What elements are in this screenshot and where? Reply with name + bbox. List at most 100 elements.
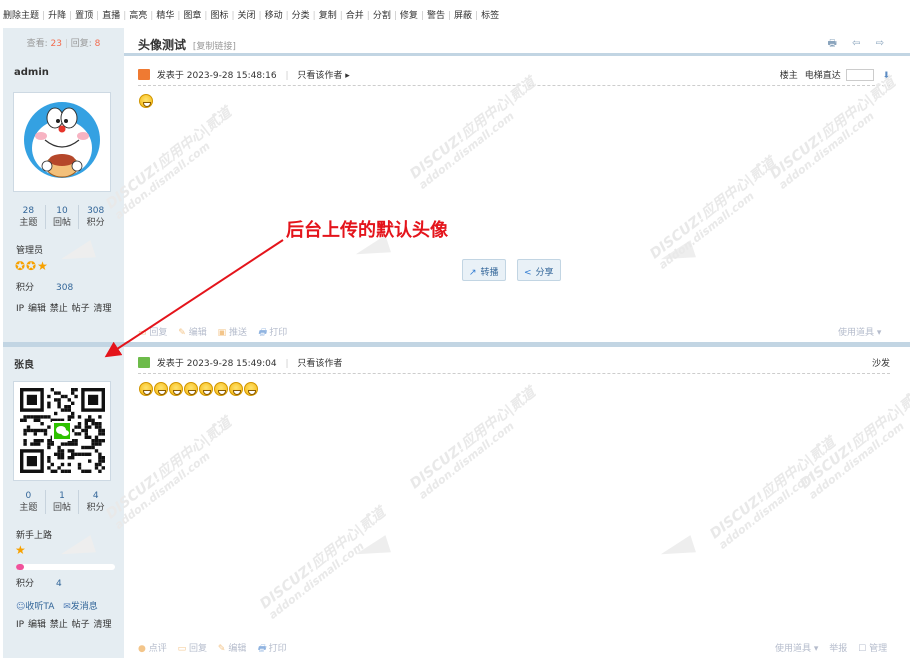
author-name[interactable]: admin xyxy=(14,67,49,78)
reply-icon: ▭ xyxy=(177,644,187,654)
reply-icon: ▭ xyxy=(138,328,147,338)
credit-label: 积分 xyxy=(16,283,35,293)
toolbar-separator: | xyxy=(447,11,451,21)
floor-jump-input[interactable] xyxy=(845,69,874,81)
admin-op-9[interactable]: 移动 xyxy=(265,11,283,21)
stat-label: 主题 xyxy=(19,503,38,513)
comment-action[interactable]: ● 点评 xyxy=(138,644,167,654)
toolbar-separator: | xyxy=(123,11,127,21)
only-author-link[interactable]: 只看该作者 xyxy=(297,359,342,369)
copy-link-button[interactable]: [复制链接] xyxy=(193,42,236,52)
toolbar-separator: | xyxy=(420,11,424,21)
stat-cell[interactable]: 1 回帖 xyxy=(46,490,80,514)
post-header: 发表于 2023-9-28 15:48:16 | 只看该作者 ▸ 楼主 电梯直达… xyxy=(138,62,890,86)
follow-link[interactable]: ☺收听TA xyxy=(16,602,54,612)
admin-op-2[interactable]: 置顶 xyxy=(75,11,93,21)
admin-op-12[interactable]: 合并 xyxy=(346,11,364,21)
message-link[interactable]: ✉发消息 xyxy=(63,602,98,612)
admin-op-6[interactable]: 图章 xyxy=(183,11,201,21)
admin-op-13[interactable]: 分割 xyxy=(373,11,391,21)
retweet-button[interactable]: ↗ 转播 xyxy=(462,259,506,281)
follow-icon: ☺ xyxy=(16,602,26,612)
admin-op-8[interactable]: 关闭 xyxy=(238,11,256,21)
views-count: 23 xyxy=(50,39,62,49)
toolbar-separator: | xyxy=(150,11,154,21)
share-label: 分享 xyxy=(535,268,554,278)
admin-op-1[interactable]: 升降 xyxy=(48,11,66,21)
watermark-arrow-shape xyxy=(353,535,391,563)
watermark-logo: DISCUZ!应用中心|贰道 addon.dismall.com xyxy=(407,74,539,192)
toolbar-separator: | xyxy=(96,11,100,21)
grin-emoji-icon xyxy=(139,94,153,108)
credit-label: 积分 xyxy=(16,579,35,589)
admin-op-11[interactable]: 复制 xyxy=(319,11,337,21)
admin-op-3[interactable]: 直播 xyxy=(102,11,120,21)
credit-row: 积分 4 xyxy=(16,576,62,589)
use-tools-menu[interactable]: 使用道具 ▾ xyxy=(775,644,818,654)
author-stats: 0 主题 1 回帖 4 积分 xyxy=(12,490,112,514)
post-body xyxy=(139,382,259,399)
reply-action[interactable]: ▭ 回复 xyxy=(138,328,167,338)
watermark-logo: DISCUZ!应用中心|贰道 addon.dismall.com xyxy=(103,104,235,222)
stat-cell[interactable]: 0 主题 xyxy=(12,490,46,514)
stat-number: 1 xyxy=(59,491,65,501)
admin-op-5[interactable]: 精华 xyxy=(156,11,174,21)
pencil-icon: ✎ xyxy=(178,328,186,338)
report-link[interactable]: 举报 xyxy=(829,644,847,654)
print-action[interactable]: 🖶 打印 xyxy=(258,328,287,338)
user-group[interactable]: 新手上路 xyxy=(16,528,52,541)
only-author-link[interactable]: 只看该作者 ▸ xyxy=(297,71,349,81)
post-header: 发表于 2023-9-28 15:49:04 | 只看该作者 沙发 xyxy=(138,350,890,374)
grin-emoji-icon xyxy=(214,382,228,396)
watermark-logo: DISCUZ!应用中心|贰道 addon.dismall.com xyxy=(407,384,539,502)
print-prev-next-icons[interactable]: 🖶 ⇦ ⇨ xyxy=(827,36,890,53)
admin-links[interactable]: IP 编辑 禁止 帖子 清理 xyxy=(16,617,112,630)
thread-title-bar: 头像测试 [复制链接] 🖶 ⇦ ⇨ xyxy=(124,28,910,56)
admin-op-10[interactable]: 分类 xyxy=(292,11,310,21)
retweet-icon: ↗ xyxy=(469,268,477,278)
stat-cell[interactable]: 308 积分 xyxy=(79,205,112,229)
grin-emoji-icon xyxy=(229,382,243,396)
post-time: 发表于 2023-9-28 15:48:16 xyxy=(156,71,277,81)
use-tools-menu[interactable]: 使用道具 ▾ xyxy=(838,325,889,338)
reply-action[interactable]: ▭ 回复 xyxy=(178,644,207,654)
stat-number: 0 xyxy=(25,491,32,501)
jump-go-icon[interactable]: ⬇ xyxy=(882,71,890,81)
follow-row: ☺收听TA ✉发消息 xyxy=(16,599,98,612)
post-separator xyxy=(3,342,910,347)
admin-op-4[interactable]: 高亮 xyxy=(129,11,147,21)
admin-op-0[interactable]: 删除主题 xyxy=(3,11,39,21)
stat-number: 28 xyxy=(22,206,35,216)
admin-op-7[interactable]: 图标 xyxy=(210,11,228,21)
use-tools-label: 使用道具 ▾ xyxy=(838,328,882,338)
admin-op-14[interactable]: 修复 xyxy=(400,11,418,21)
stat-number: 308 xyxy=(87,206,105,216)
admin-op-16[interactable]: 屏蔽 xyxy=(454,11,472,21)
push-action[interactable]: ▣ 推送 xyxy=(218,328,247,338)
toolbar-separator: | xyxy=(285,11,289,21)
stat-cell[interactable]: 10 回帖 xyxy=(46,205,80,229)
print-action[interactable]: 🖶 打印 xyxy=(257,644,286,654)
admin-op-17[interactable]: 标签 xyxy=(481,11,499,21)
admin-links[interactable]: IP 编辑 禁止 帖子 清理 xyxy=(16,301,112,314)
edit-action[interactable]: ✎ 编辑 xyxy=(178,328,206,338)
manage-checkbox[interactable]: ☐ 管理 xyxy=(858,644,887,654)
stat-label: 回帖 xyxy=(53,218,72,228)
admin-op-15[interactable]: 警告 xyxy=(427,11,445,21)
stat-cell[interactable]: 28 主题 xyxy=(12,205,46,229)
grin-emoji-icon xyxy=(244,382,258,396)
stat-cell[interactable]: 4 积分 xyxy=(79,490,112,514)
edit-action[interactable]: ✎ 编辑 xyxy=(218,644,246,654)
qr-code-avatar-image xyxy=(17,385,107,477)
toolbar-separator: | xyxy=(393,11,397,21)
user-group[interactable]: 管理员 xyxy=(16,243,43,256)
stat-number: 10 xyxy=(56,206,68,216)
author-stats: 28 主题 10 回帖 308 积分 xyxy=(12,205,112,229)
author-name[interactable]: 张良 xyxy=(14,356,34,371)
watermark-logo: DISCUZ!应用中心|贰道 addon.dismall.com xyxy=(797,384,910,502)
grin-emoji-icon xyxy=(184,382,198,396)
avatar[interactable] xyxy=(13,381,111,481)
share-button[interactable]: < 分享 xyxy=(517,259,561,281)
stat-label: 积分 xyxy=(86,218,105,228)
avatar[interactable] xyxy=(13,92,111,192)
